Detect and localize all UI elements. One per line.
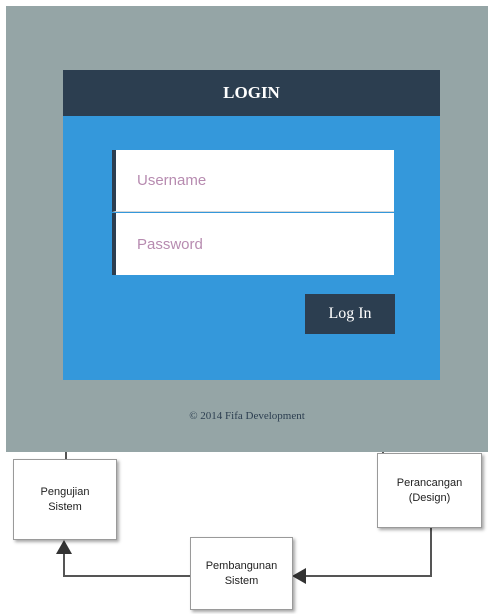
arrow-perancangan-to-pembangunan — [292, 527, 432, 584]
pengujian-sistem-box: Pengujian Sistem — [13, 459, 117, 540]
pengujian-sistem-label: Pengujian Sistem — [40, 485, 90, 513]
pembangunan-sistem-box: Pembangunan Sistem — [190, 537, 293, 610]
perancangan-design-box: Perancangan (Design) — [377, 453, 482, 528]
arrow-pembangunan-to-pengujian — [56, 540, 190, 577]
perancangan-design-label: Perancangan (Design) — [396, 476, 463, 504]
pembangunan-sistem-label: Pembangunan Sistem — [205, 559, 278, 587]
